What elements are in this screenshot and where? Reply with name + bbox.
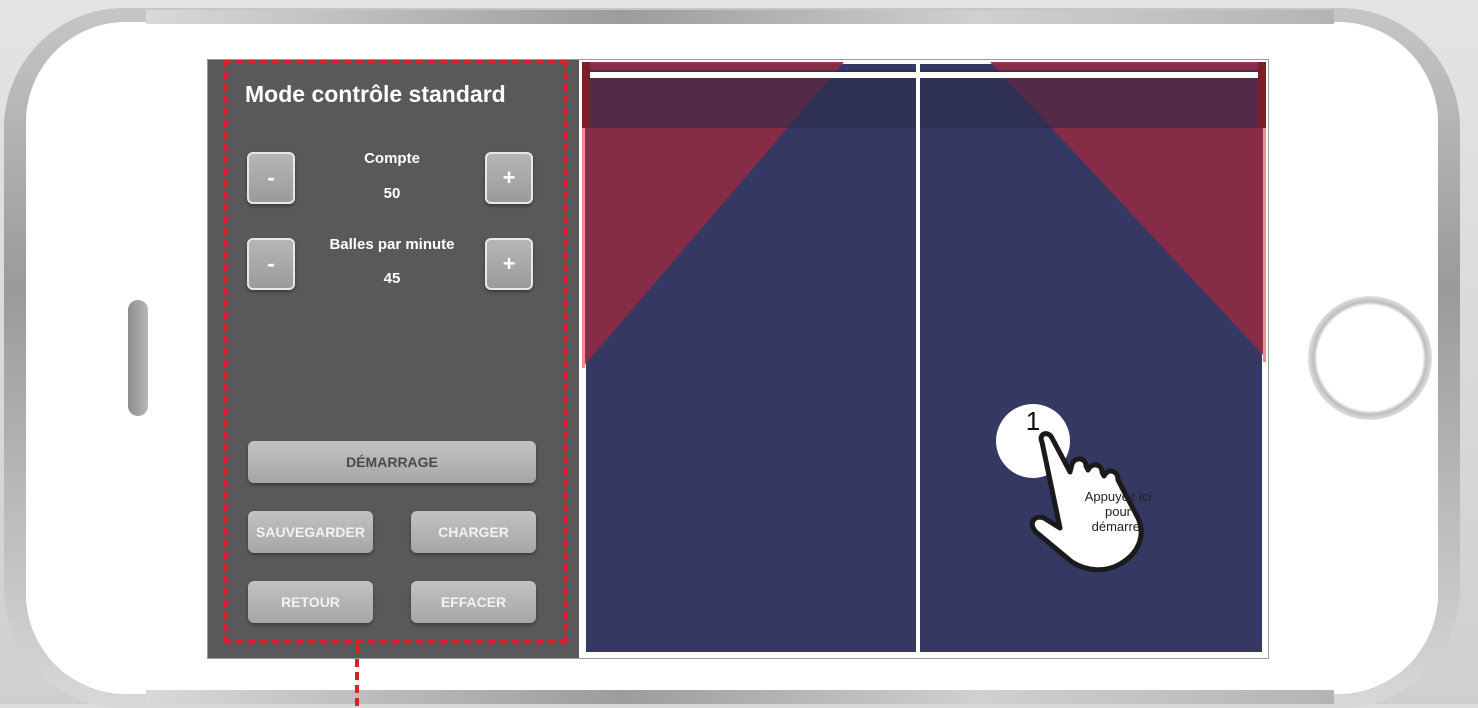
count-increment-button[interactable]: + bbox=[485, 152, 533, 204]
bpm-decrement-button[interactable]: - bbox=[247, 238, 295, 290]
end-line bbox=[582, 652, 1266, 656]
left-edge-highlight bbox=[582, 128, 585, 368]
phone-top-edge bbox=[146, 10, 1334, 24]
count-decrement-button[interactable]: - bbox=[247, 152, 295, 204]
highlight-frame bbox=[224, 60, 568, 644]
tap-hint-text: Appuyez ici pour démarrer bbox=[1084, 489, 1152, 534]
control-panel: Mode contrôle standard - Compte 50 + - B… bbox=[208, 60, 579, 658]
net-post-left bbox=[582, 62, 590, 128]
clear-button[interactable]: EFFACER bbox=[411, 581, 536, 623]
bpm-value: 45 bbox=[383, 270, 401, 287]
callout-pointer-line bbox=[355, 646, 359, 706]
start-button[interactable]: DÉMARRAGE bbox=[248, 441, 536, 483]
net-post-right bbox=[1258, 62, 1266, 128]
save-button[interactable]: SAUVEGARDER bbox=[248, 511, 373, 553]
right-edge-highlight bbox=[1263, 128, 1266, 362]
count-value: 50 bbox=[383, 185, 401, 202]
bpm-label: Balles par minute bbox=[329, 236, 455, 253]
load-button[interactable]: CHARGER bbox=[411, 511, 536, 553]
back-button[interactable]: RETOUR bbox=[248, 581, 373, 623]
net-top-band bbox=[586, 72, 1262, 78]
phone-bottom-edge bbox=[146, 690, 1334, 704]
home-button[interactable] bbox=[1308, 296, 1432, 420]
count-label: Compte bbox=[364, 150, 420, 167]
bpm-increment-button[interactable]: + bbox=[485, 238, 533, 290]
net-mesh bbox=[582, 70, 1266, 128]
side-button bbox=[128, 300, 148, 416]
center-line bbox=[916, 62, 920, 656]
panel-title: Mode contrôle standard bbox=[245, 81, 506, 107]
